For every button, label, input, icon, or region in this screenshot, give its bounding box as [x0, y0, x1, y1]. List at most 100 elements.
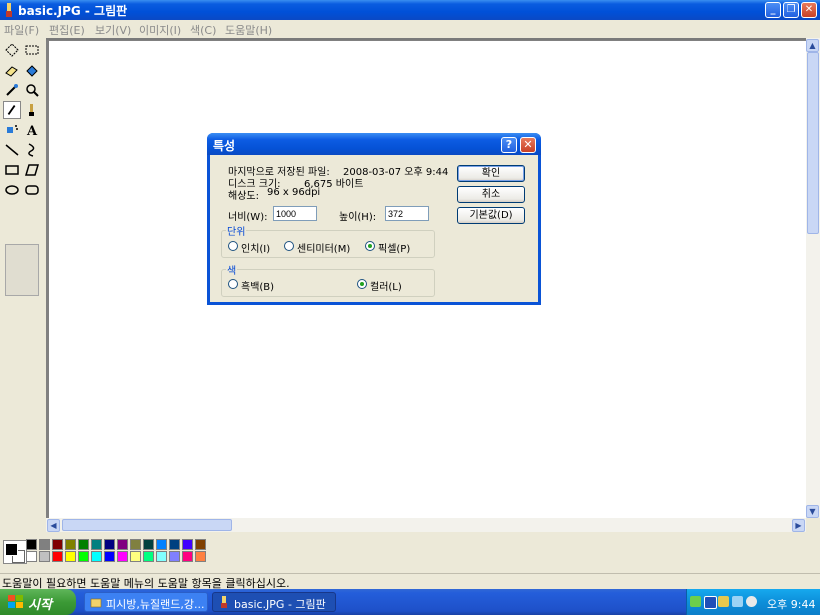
palette-swatch[interactable]: [52, 551, 63, 562]
magnifier-icon[interactable]: [23, 81, 41, 99]
display-icon[interactable]: [704, 596, 717, 609]
help-button[interactable]: ?: [501, 137, 517, 153]
horizontal-scroll-thumb[interactable]: [62, 519, 232, 531]
pencil-icon[interactable]: [3, 101, 21, 119]
palette-swatch[interactable]: [52, 539, 63, 550]
unit-pixel-radio[interactable]: [365, 241, 375, 251]
palette-swatch[interactable]: [143, 551, 154, 562]
tool-options-box[interactable]: [5, 244, 39, 296]
window-title: basic.JPG - 그림판: [18, 4, 128, 18]
brush-icon[interactable]: [23, 101, 41, 119]
ok-button[interactable]: 확인: [457, 165, 525, 182]
width-field[interactable]: [273, 206, 317, 221]
color-group-label: 색: [226, 262, 238, 277]
palette-swatch[interactable]: [182, 539, 193, 550]
text-icon[interactable]: A: [23, 121, 41, 139]
palette-swatch[interactable]: [169, 539, 180, 550]
scroll-right-icon[interactable]: ▶: [792, 519, 805, 532]
palette-swatch[interactable]: [91, 539, 102, 550]
palette-swatch[interactable]: [130, 551, 141, 562]
units-group-label: 단위: [226, 223, 247, 238]
color-bw-label[interactable]: 흑백(B): [241, 278, 274, 293]
network-icon[interactable]: [690, 596, 701, 607]
palette-swatch[interactable]: [65, 539, 76, 550]
color-bw-radio[interactable]: [228, 279, 238, 289]
menu-bar: 파일(F) 편집(E) 보기(V) 이미지(I) 색(C) 도움말(H): [0, 20, 820, 38]
palette-swatch[interactable]: [130, 539, 141, 550]
rounded-rect-icon[interactable]: [23, 181, 41, 199]
palette-swatch[interactable]: [117, 539, 128, 550]
palette-swatch[interactable]: [39, 551, 50, 562]
menu-view[interactable]: 보기(V): [95, 22, 131, 38]
curve-icon[interactable]: [23, 141, 41, 159]
windows-flag-icon: [8, 595, 23, 608]
palette-swatch[interactable]: [78, 539, 89, 550]
unit-cm-label[interactable]: 센티미터(M): [297, 240, 350, 255]
cancel-button[interactable]: 취소: [457, 186, 525, 203]
palette-swatch[interactable]: [143, 539, 154, 550]
close-button[interactable]: ✕: [801, 2, 817, 18]
taskbar-item-paint-label: basic.JPG - 그림판: [234, 598, 326, 611]
fill-icon[interactable]: [23, 61, 41, 79]
ellipse-icon[interactable]: [3, 181, 21, 199]
folder-icon: [90, 598, 102, 608]
volume-icon[interactable]: [732, 596, 743, 607]
palette-swatch[interactable]: [78, 551, 89, 562]
rect-select-icon[interactable]: [23, 41, 41, 59]
unit-pixel-label[interactable]: 픽셀(P): [378, 240, 410, 255]
scroll-up-icon[interactable]: ▲: [806, 39, 819, 52]
dialog-close-button[interactable]: ✕: [520, 137, 536, 153]
free-select-icon[interactable]: [3, 41, 21, 59]
airbrush-icon[interactable]: [3, 121, 21, 139]
default-button[interactable]: 기본값(D): [457, 207, 525, 224]
palette-swatch[interactable]: [65, 551, 76, 562]
menu-file[interactable]: 파일(F): [4, 22, 39, 38]
messenger-icon[interactable]: [718, 596, 729, 607]
palette-swatch[interactable]: [39, 539, 50, 550]
settings-icon[interactable]: [746, 596, 757, 607]
palette-swatch[interactable]: [195, 539, 206, 550]
unit-inch-radio[interactable]: [228, 241, 238, 251]
maximize-button[interactable]: ❐: [783, 2, 799, 18]
palette-swatch[interactable]: [104, 539, 115, 550]
vertical-scroll-thumb[interactable]: [807, 52, 819, 234]
color-color-radio[interactable]: [357, 279, 367, 289]
color-picker-icon[interactable]: [3, 81, 21, 99]
dialog-title-bar[interactable]: [207, 133, 541, 155]
palette-swatch[interactable]: [156, 539, 167, 550]
eraser-icon[interactable]: [3, 61, 21, 79]
palette-swatch[interactable]: [91, 551, 102, 562]
menu-help[interactable]: 도움말(H): [225, 22, 272, 38]
start-label: 시작: [28, 598, 52, 613]
height-field[interactable]: [385, 206, 429, 221]
palette-swatch[interactable]: [182, 551, 193, 562]
palette-swatch[interactable]: [195, 551, 206, 562]
width-label: 너비(W):: [228, 212, 268, 223]
palette-swatch[interactable]: [117, 551, 128, 562]
palette-swatch[interactable]: [156, 551, 167, 562]
foreground-color: [5, 543, 18, 556]
menu-edit[interactable]: 편집(E): [49, 22, 85, 38]
minimize-button[interactable]: _: [765, 2, 781, 18]
paint-app-icon: [6, 3, 12, 17]
polygon-icon[interactable]: [23, 161, 41, 179]
line-icon[interactable]: [3, 141, 21, 159]
menu-colors[interactable]: 색(C): [190, 22, 216, 38]
paint-app-icon: [221, 596, 227, 608]
resolution-label: 해상도:: [228, 191, 259, 202]
dialog-title: 특성: [213, 139, 236, 153]
unit-cm-radio[interactable]: [284, 241, 294, 251]
unit-inch-label[interactable]: 인치(I): [241, 240, 270, 255]
rectangle-icon[interactable]: [3, 161, 21, 179]
scroll-left-icon[interactable]: ◀: [47, 519, 60, 532]
color-color-label[interactable]: 컬러(L): [370, 278, 402, 293]
palette-swatch[interactable]: [26, 539, 37, 550]
resolution-value: 96 x 96dpi: [267, 187, 321, 198]
palette-swatch[interactable]: [104, 551, 115, 562]
menu-image[interactable]: 이미지(I): [139, 22, 181, 38]
scroll-down-icon[interactable]: ▼: [806, 505, 819, 518]
palette-swatch[interactable]: [26, 551, 37, 562]
taskbar-item-explorer-label: 피시방,뉴질랜드,강...: [106, 598, 205, 611]
palette-swatch[interactable]: [169, 551, 180, 562]
svg-text:A: A: [26, 124, 38, 139]
